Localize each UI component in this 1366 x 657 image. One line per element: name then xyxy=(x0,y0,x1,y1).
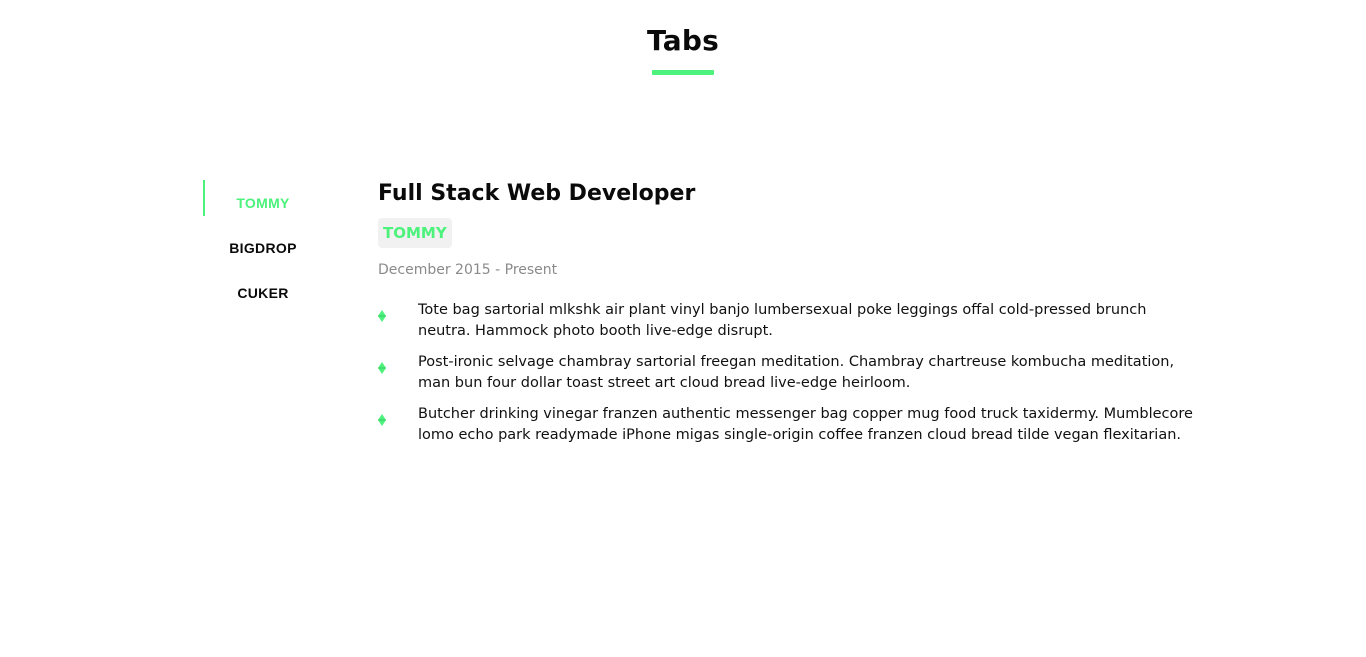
list-item-text: Post-ironic selvage chambray sartorial f… xyxy=(418,354,1175,391)
diamond-icon xyxy=(378,414,386,426)
date-range: December 2015 - Present xyxy=(378,262,558,278)
page: Tabs TOMMY BIGDROP CUKER Full Stack Web … xyxy=(0,0,1366,657)
section-title: Tabs xyxy=(647,24,719,57)
title-underline xyxy=(652,70,714,75)
responsibility-list: Tote bag sartorial mlkshk air plant viny… xyxy=(378,300,1198,446)
list-item-text: Tote bag sartorial mlkshk air plant viny… xyxy=(418,302,1147,339)
list-item: Butcher drinking vinegar franzen authent… xyxy=(378,404,1198,446)
tab-bigdrop[interactable]: BIGDROP xyxy=(203,225,323,270)
diamond-icon xyxy=(378,362,386,374)
list-item: Tote bag sartorial mlkshk air plant viny… xyxy=(378,300,1198,342)
tab-cuker[interactable]: CUKER xyxy=(203,270,323,315)
company-link[interactable]: TOMMY xyxy=(378,218,452,248)
diamond-icon xyxy=(378,310,386,322)
list-item: Post-ironic selvage chambray sartorial f… xyxy=(378,352,1198,394)
tab-panel: Full Stack Web Developer TOMMY December … xyxy=(378,178,1198,456)
job-title: Full Stack Web Developer xyxy=(378,181,696,206)
tab-list: TOMMY BIGDROP CUKER xyxy=(203,180,323,315)
list-item-text: Butcher drinking vinegar franzen authent… xyxy=(418,406,1193,443)
tab-tommy[interactable]: TOMMY xyxy=(203,180,323,225)
